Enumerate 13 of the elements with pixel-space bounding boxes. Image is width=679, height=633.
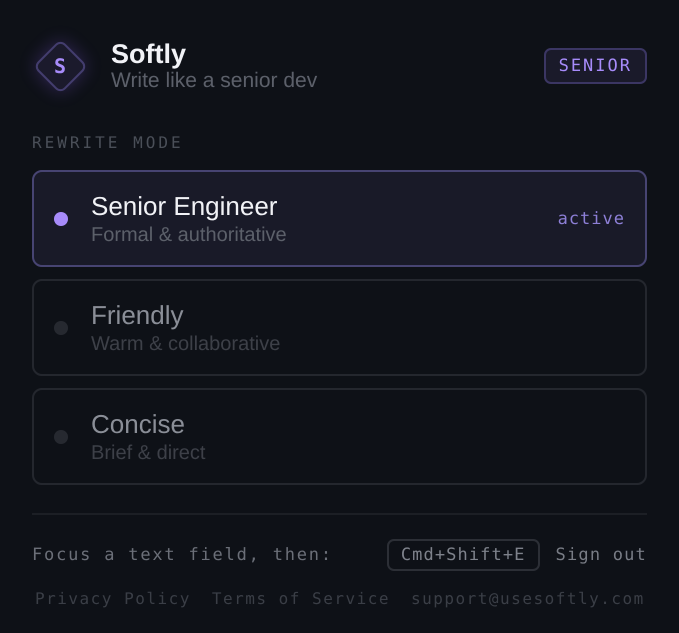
app-title: Softly — [111, 39, 186, 69]
mode-title: Concise — [91, 408, 185, 438]
mode-title: Friendly — [91, 300, 184, 330]
section-label: REWRITE MODE — [32, 133, 184, 153]
shortcut-hint: Focus a text field, then: — [32, 545, 333, 565]
mode-description: Formal & authoritative — [91, 222, 287, 246]
active-label: active — [558, 208, 625, 228]
keyboard-shortcut: Cmd+Shift+E — [386, 539, 540, 571]
mode-title: Senior Engineer — [91, 190, 278, 220]
tier-badge: SENIOR — [544, 48, 647, 84]
mode-card[interactable]: Senior Engineer Formal & authoritative active — [32, 170, 647, 267]
app-tagline: Write like a senior dev — [111, 69, 318, 93]
sign-out-link[interactable]: Sign out — [556, 545, 647, 565]
